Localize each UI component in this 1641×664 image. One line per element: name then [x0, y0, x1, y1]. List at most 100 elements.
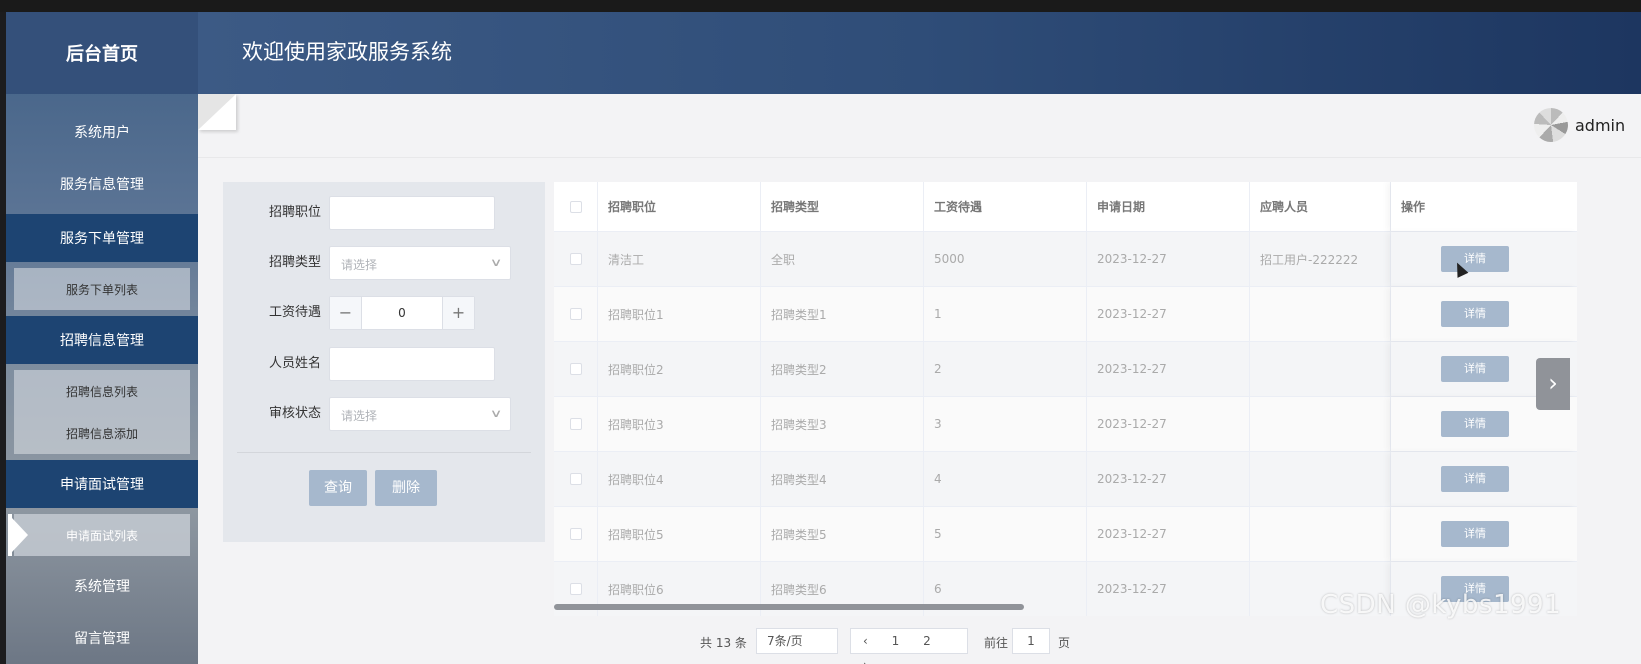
- table-cell: 清洁工: [598, 232, 761, 286]
- type-row: 招聘类型 请选择 ∨: [223, 246, 545, 280]
- pagination: 共 13 条 7条/页 ‹ 1 2 › 前往 1 页: [700, 626, 1100, 664]
- column-header[interactable]: 申请日期: [1087, 182, 1250, 231]
- sidebar-submenu-recruitment: 招聘信息列表 招聘信息添加: [14, 370, 190, 454]
- table-cell: [1250, 452, 1391, 506]
- horizontal-scrollbar[interactable]: [554, 604, 1024, 610]
- position-row: 招聘职位: [223, 196, 545, 230]
- page-unit-label: 页: [1058, 636, 1071, 650]
- active-arrow-icon: [12, 518, 28, 552]
- avatar[interactable]: [1534, 108, 1568, 142]
- row-checkbox-cell: [554, 232, 598, 286]
- type-select[interactable]: 请选择 ∨: [329, 246, 511, 280]
- row-checkbox[interactable]: [569, 253, 582, 265]
- table-cell: 1: [924, 287, 1087, 341]
- type-placeholder: 请选择: [341, 258, 378, 272]
- column-header: 操作: [1391, 182, 1577, 231]
- row-checkbox[interactable]: [569, 528, 582, 540]
- status-label: 审核状态: [268, 406, 321, 421]
- delete-button[interactable]: 删除: [375, 470, 437, 506]
- row-checkbox-cell: [554, 287, 598, 341]
- detail-button[interactable]: 详情: [1441, 301, 1509, 327]
- action-cell: 详情: [1391, 232, 1577, 286]
- row-checkbox-cell: [554, 452, 598, 506]
- detail-button[interactable]: 详情: [1441, 411, 1509, 437]
- table-cell: 招聘职位5: [598, 507, 761, 561]
- chevron-right-icon[interactable]: ›: [1536, 358, 1570, 410]
- sidebar-item-messages[interactable]: 留言管理: [6, 614, 198, 662]
- page-size-select[interactable]: 7条/页: [756, 628, 838, 654]
- sidebar-submenu-interview: 申请面试列表: [8, 514, 190, 556]
- action-cell: 详情: [1391, 452, 1577, 506]
- column-header[interactable]: 工资待遇: [924, 182, 1087, 231]
- sidebar-item-system-management[interactable]: 系统管理: [6, 562, 198, 610]
- sidebar-item-system-users[interactable]: 系统用户: [6, 106, 198, 158]
- sidebar-subitem-recruit-list[interactable]: 招聘信息列表: [14, 370, 190, 412]
- table-cell: 2023-12-27: [1087, 452, 1250, 506]
- table-cell: 招聘职位2: [598, 342, 761, 396]
- table-row: 招聘职位5 招聘类型5 5 2023-12-27 详情: [554, 507, 1577, 562]
- sidebar-item-service-orders[interactable]: 服务下单管理: [6, 214, 198, 262]
- table-cell: [1250, 507, 1391, 561]
- table-cell: 招聘类型4: [761, 452, 924, 506]
- status-placeholder: 请选择: [341, 409, 378, 423]
- sidebar-item-service-info[interactable]: 服务信息管理: [6, 160, 198, 208]
- row-checkbox-cell: [554, 507, 598, 561]
- row-checkbox[interactable]: [569, 363, 582, 375]
- detail-button[interactable]: 详情: [1441, 356, 1509, 382]
- table-row: 招聘职位4 招聘类型4 4 2023-12-27 详情: [554, 452, 1577, 507]
- table-cell: 2023-12-27: [1087, 232, 1250, 286]
- table-row: 招聘职位1 招聘类型1 1 2023-12-27 详情: [554, 287, 1577, 342]
- window-top-strip: [0, 0, 1641, 12]
- detail-button[interactable]: 详情: [1441, 246, 1509, 272]
- table-cell: 2023-12-27: [1087, 507, 1250, 561]
- select-all-checkbox[interactable]: [569, 200, 582, 213]
- salary-value[interactable]: 0: [362, 297, 442, 329]
- sidebar: 后台首页 系统用户 服务信息管理 服务下单管理 服务下单列表 招聘信息管理 招聘…: [6, 12, 198, 664]
- detail-button[interactable]: 详情: [1441, 521, 1509, 547]
- table-cell: 2023-12-27: [1087, 287, 1250, 341]
- page-title: 欢迎使用家政服务系统: [242, 40, 452, 64]
- salary-row: 工资待遇 − 0 +: [223, 296, 545, 330]
- type-label: 招聘类型: [268, 255, 321, 270]
- collapse-fold-icon[interactable]: [198, 94, 236, 130]
- name-row: 人员姓名: [223, 347, 545, 381]
- divider: [237, 452, 531, 453]
- sidebar-subitem-interview-list[interactable]: 申请面试列表: [8, 514, 190, 556]
- column-header[interactable]: 招聘类型: [761, 182, 924, 231]
- row-checkbox[interactable]: [569, 583, 582, 595]
- page-buttons[interactable]: ‹ 1 2 ›: [850, 628, 968, 664]
- pagination-total: 共 13 条: [700, 636, 747, 650]
- table-header: 招聘职位 招聘类型 工资待遇 申请日期 应聘人员 操作: [554, 182, 1577, 232]
- plus-icon[interactable]: +: [442, 297, 474, 329]
- minus-icon[interactable]: −: [330, 297, 362, 329]
- row-checkbox[interactable]: [569, 473, 582, 485]
- row-checkbox-cell: [554, 342, 598, 396]
- column-header[interactable]: 应聘人员: [1250, 182, 1391, 231]
- salary-label: 工资待遇: [268, 305, 321, 320]
- username[interactable]: admin: [1575, 116, 1625, 135]
- row-checkbox[interactable]: [569, 308, 582, 320]
- detail-button[interactable]: 详情: [1441, 466, 1509, 492]
- sidebar-home[interactable]: 后台首页: [6, 12, 198, 94]
- table-cell: 4: [924, 452, 1087, 506]
- status-select[interactable]: 请选择 ∨: [329, 397, 511, 431]
- row-checkbox[interactable]: [569, 418, 582, 430]
- table-cell: 招聘类型1: [761, 287, 924, 341]
- main-content: admin 招聘职位 招聘类型 请选择 ∨ 工资待遇 − 0 + 人员姓名 审核…: [198, 94, 1641, 664]
- action-cell: 详情: [1391, 507, 1577, 561]
- sidebar-subitem-order-list[interactable]: 服务下单列表: [14, 268, 190, 310]
- sidebar-subitem-recruit-add[interactable]: 招聘信息添加: [14, 412, 190, 454]
- salary-stepper[interactable]: − 0 +: [329, 296, 475, 330]
- name-input[interactable]: [329, 347, 495, 381]
- table-cell: 2: [924, 342, 1087, 396]
- query-button[interactable]: 查询: [309, 470, 367, 506]
- header-checkbox-cell: [554, 182, 598, 231]
- table-cell: 全职: [761, 232, 924, 286]
- position-input[interactable]: [329, 196, 495, 230]
- goto-label: 前往: [984, 636, 1009, 650]
- column-header[interactable]: 招聘职位: [598, 182, 761, 231]
- sidebar-item-recruitment[interactable]: 招聘信息管理: [6, 316, 198, 364]
- table-cell: 2023-12-27: [1087, 397, 1250, 451]
- sidebar-item-interview[interactable]: 申请面试管理: [6, 460, 198, 508]
- page-jump-input[interactable]: 1: [1012, 628, 1050, 654]
